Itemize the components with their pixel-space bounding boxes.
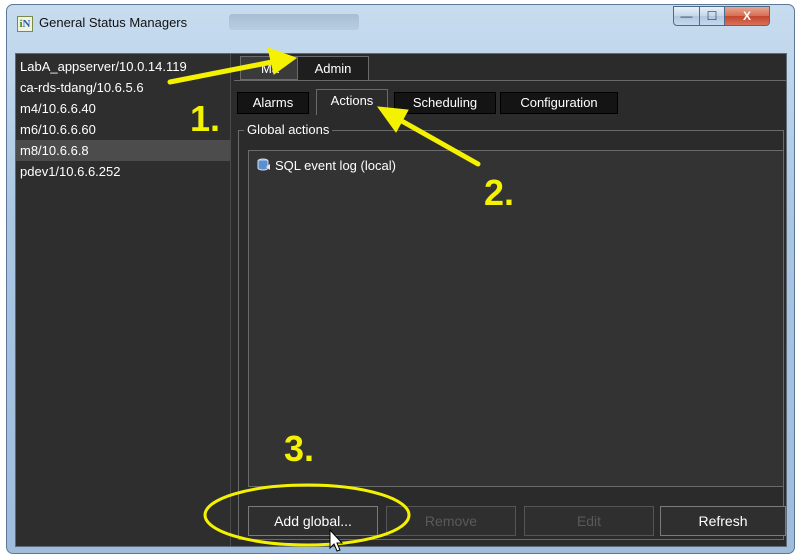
- step-1-label: 1.: [190, 98, 221, 139]
- arrow-to-actions-tab: [397, 117, 481, 167]
- annotation-overlay: [167, 47, 481, 552]
- arrow-head-icon: [267, 47, 298, 75]
- highlight-ellipse: [203, 483, 411, 547]
- step-2-label: 2.: [484, 172, 515, 213]
- step-3-label: 3.: [284, 428, 315, 469]
- arrow-to-admin-tab: [167, 59, 275, 85]
- mouse-cursor-icon: [329, 528, 344, 552]
